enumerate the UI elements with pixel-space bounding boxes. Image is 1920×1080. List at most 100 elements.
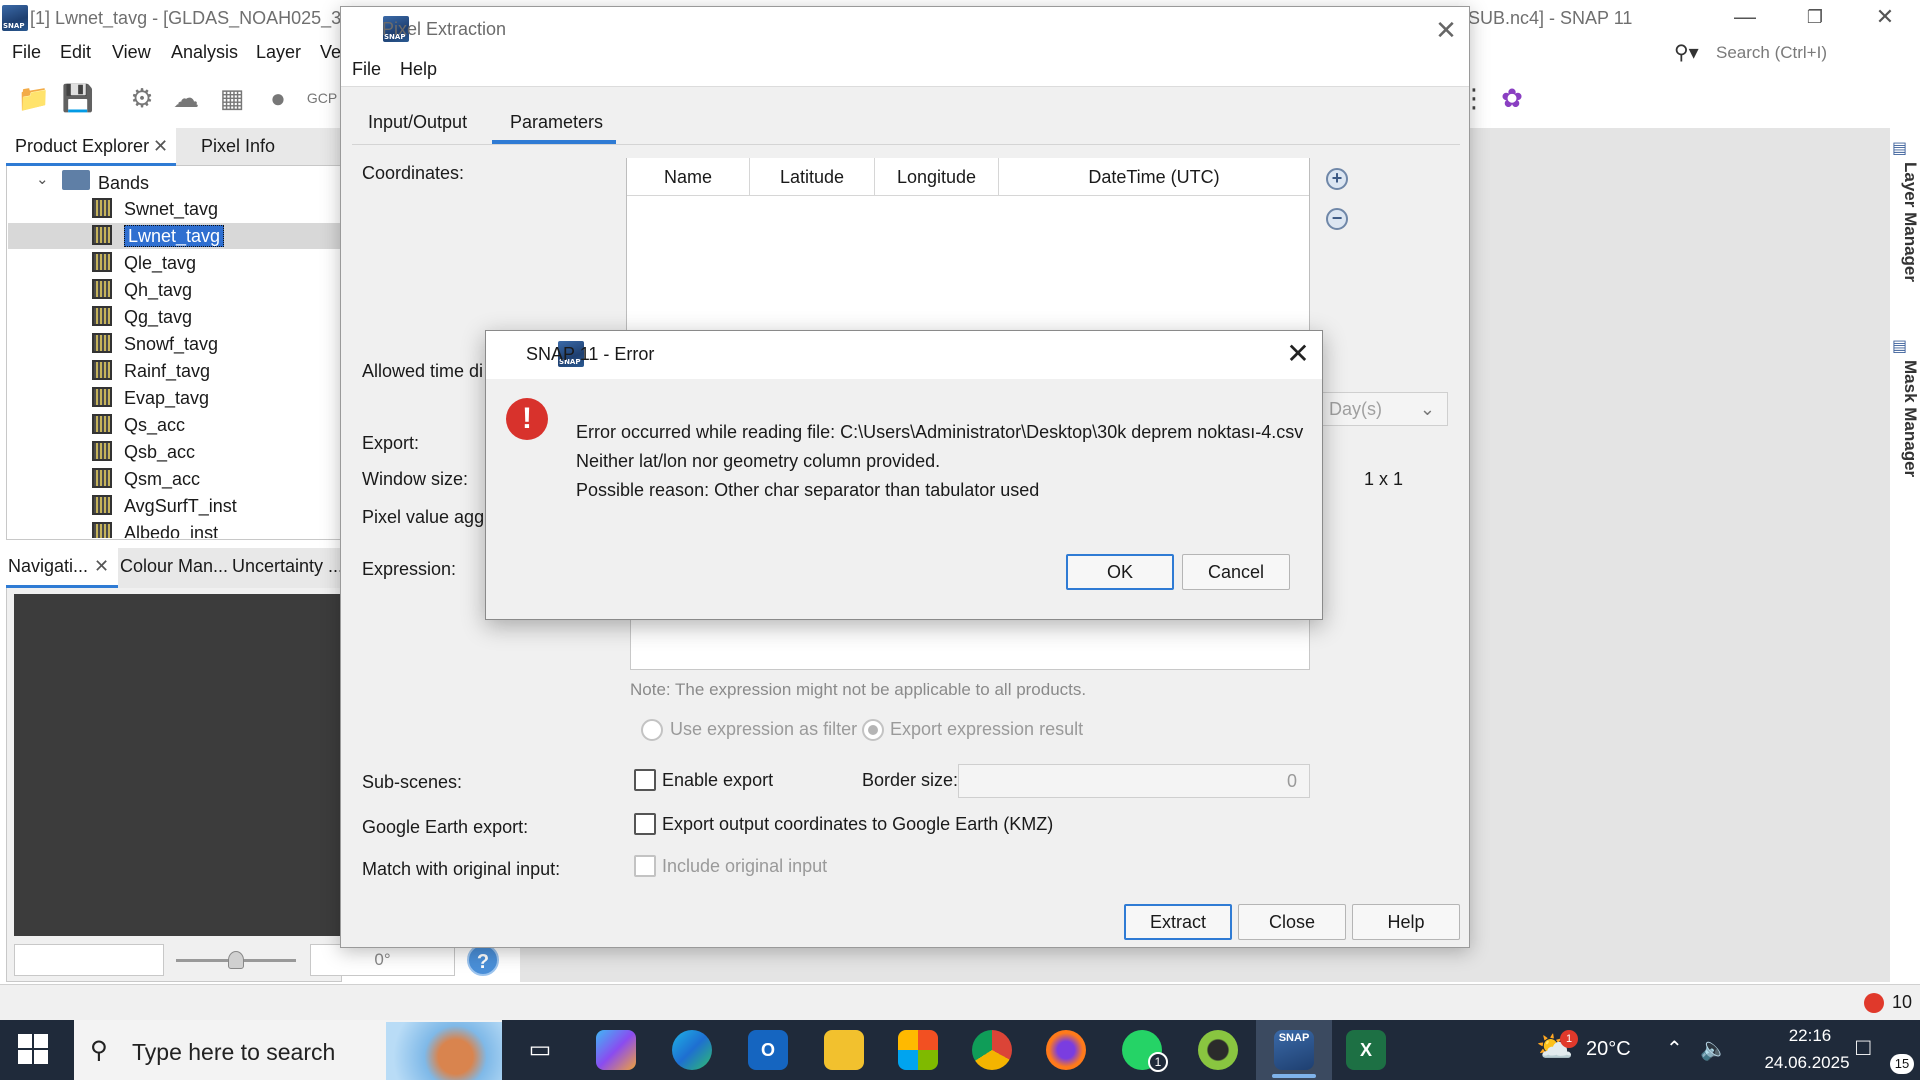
use-as-filter-label[interactable]: Use expression as filter [670,719,857,740]
rotation-angle-field[interactable]: 0° [310,944,455,976]
edge-icon[interactable] [672,1030,712,1070]
tree-band-row[interactable]: Swnet_tavg [92,198,346,225]
task-view-icon[interactable]: ▭ [520,1030,560,1070]
tree-band-row[interactable]: Qs_acc [92,414,346,441]
status-count[interactable]: 10 [1892,992,1912,1013]
taskbar-search-placeholder[interactable]: Type here to search [132,1039,335,1066]
border-size-input[interactable]: 0 [958,764,1310,798]
chevron-down-icon[interactable]: ⌄ [36,170,49,188]
ok-button[interactable]: OK [1066,554,1174,590]
tree-band-row[interactable]: Rainf_tavg [92,360,346,387]
pe-menu-help[interactable]: Help [400,59,437,80]
zoom-factor-field[interactable] [14,944,164,976]
tree-band-row[interactable]: Qsm_acc [92,468,346,495]
outlook-icon[interactable]: O [748,1030,788,1070]
navigation-canvas[interactable] [14,594,342,936]
remove-coordinate-icon[interactable]: − [1326,208,1348,230]
band-label[interactable]: Albedo_inst [124,523,218,538]
enable-export-label[interactable]: Enable export [662,770,773,791]
tab-parameters[interactable]: Parameters [510,112,603,133]
layer-manager-tab[interactable]: Layer Manager [1886,162,1920,282]
menu-edit[interactable]: Edit [60,42,91,63]
export-result-label[interactable]: Export expression result [890,719,1083,740]
add-coordinate-icon[interactable]: + [1326,168,1348,190]
tree-band-row[interactable]: Qh_tavg [92,279,346,306]
plugin-tool-icon[interactable]: ✿ [1494,80,1530,116]
band-maths-icon[interactable]: ⚙ [124,80,160,116]
window-size-value[interactable]: 1 x 1 [1364,469,1403,490]
close-icon[interactable]: ✕ [1428,12,1464,48]
include-original-input-checkbox[interactable] [634,855,656,877]
close-window-button[interactable]: ✕ [1850,0,1920,36]
microsoft-store-icon[interactable] [898,1030,938,1070]
kmz-export-checkbox[interactable] [634,813,656,835]
volume-icon[interactable]: 🔈 [1700,1036,1727,1062]
column-header-datetime[interactable]: DateTime (UTC) [999,158,1309,196]
cancel-button[interactable]: Cancel [1182,554,1290,590]
tab-colour-manipulation[interactable]: Colour Man... [120,556,228,577]
tree-band-row[interactable]: Qle_tavg [92,252,346,279]
tree-root-bands[interactable]: Bands [98,173,149,194]
help-button[interactable]: Help [1352,904,1460,940]
notification-center-icon[interactable]: □ [1856,1034,1871,1062]
graticule-icon[interactable]: ▦ [214,80,250,116]
band-label[interactable]: Qle_tavg [124,253,196,273]
enable-export-checkbox[interactable] [634,769,656,791]
firefox-icon[interactable] [1046,1030,1086,1070]
save-product-icon[interactable]: 💾 [60,80,96,116]
band-label[interactable]: Swnet_tavg [124,199,218,219]
pin-manager-icon[interactable]: ● [260,80,296,116]
band-label[interactable]: AvgSurfT_inst [124,496,237,516]
band-label[interactable]: Qsb_acc [124,442,195,462]
band-label[interactable]: Rainf_tavg [124,361,210,381]
tree-band-row[interactable]: Qg_tavg [92,306,346,333]
band-label[interactable]: Lwnet_tavg [124,225,225,247]
band-label[interactable]: Qs_acc [124,415,185,435]
tray-chevron-up-icon[interactable]: ⌃ [1666,1036,1683,1061]
snap-taskbar-icon[interactable]: SNAP [1274,1030,1314,1070]
include-original-input-label[interactable]: Include original input [662,856,827,877]
clock-date[interactable]: 24.06.2025 [1742,1053,1872,1073]
global-search[interactable]: ⚲▾ Search (Ctrl+I) [1670,38,1920,68]
band-label[interactable]: Qh_tavg [124,280,192,300]
qgis-icon[interactable] [1198,1030,1238,1070]
time-unit-select[interactable]: Day(s) ⌄ [1318,392,1448,426]
menu-analysis[interactable]: Analysis [171,42,238,63]
menu-vector[interactable]: Ve [320,42,341,63]
gcp-manager-icon[interactable]: GCP [304,80,340,116]
close-icon[interactable]: ✕ [1280,336,1316,372]
tab-input-output[interactable]: Input/Output [368,112,467,133]
close-button[interactable]: Close [1238,904,1346,940]
tab-pixel-info[interactable]: Pixel Info [201,136,275,157]
minimize-button[interactable]: — [1710,0,1780,36]
tree-band-row[interactable]: Evap_tavg [92,387,346,414]
weather-temperature[interactable]: 20°C [1586,1038,1631,1061]
tree-band-row[interactable]: Snowf_tavg [92,333,346,360]
pe-menu-file[interactable]: File [352,59,381,80]
tree-band-row[interactable]: AvgSurfT_inst [92,495,346,522]
menu-view[interactable]: View [112,42,151,63]
error-indicator-icon[interactable] [1864,993,1884,1013]
menu-file[interactable]: File [12,42,41,63]
windows-start-icon[interactable] [18,1034,48,1064]
kmz-export-label[interactable]: Export output coordinates to Google Eart… [662,814,1053,835]
tab-uncertainty[interactable]: Uncertainty ... [232,556,343,577]
open-product-icon[interactable]: 📁 [16,80,52,116]
zoom-slider-handle[interactable] [228,951,244,969]
mask-manager-tab[interactable]: Mask Manager [1886,360,1920,477]
export-result-radio[interactable] [862,719,884,741]
tree-band-row[interactable]: Qsb_acc [92,441,346,468]
band-label[interactable]: Evap_tavg [124,388,209,408]
tree-band-row-selected[interactable]: Lwnet_tavg [92,225,346,252]
file-explorer-icon[interactable] [824,1030,864,1070]
tab-product-explorer-close-icon[interactable]: ✕ [153,136,168,157]
column-header-latitude[interactable]: Latitude [750,158,875,196]
tree-band-row[interactable]: Albedo_inst [92,522,346,538]
extract-button[interactable]: Extract [1124,904,1232,940]
menu-layer[interactable]: Layer [256,42,301,63]
tab-navigation-label[interactable]: Navigati... [8,556,88,577]
tab-product-explorer-label[interactable]: Product Explorer [15,136,149,157]
band-label[interactable]: Qsm_acc [124,469,200,489]
column-header-longitude[interactable]: Longitude [875,158,999,196]
band-label[interactable]: Snowf_tavg [124,334,218,354]
